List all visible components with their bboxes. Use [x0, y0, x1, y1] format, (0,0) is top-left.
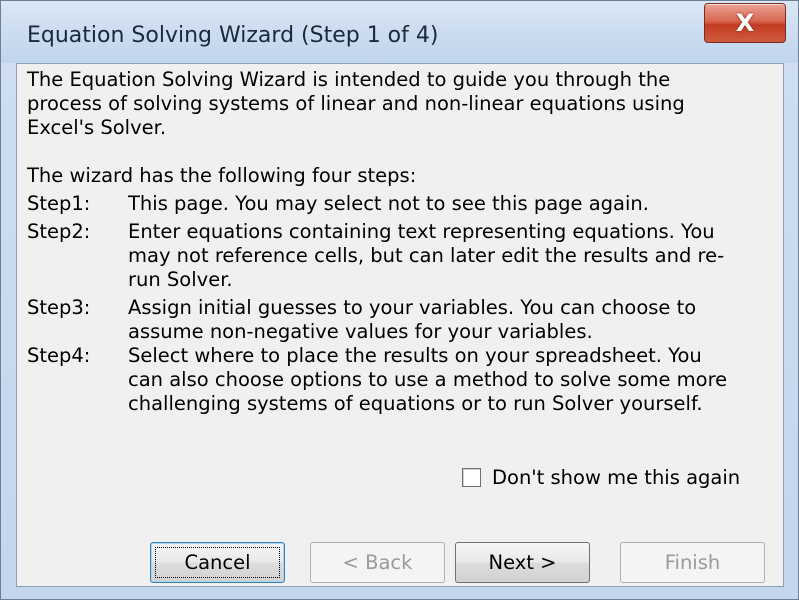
intro-line: The Equation Solving Wizard is intended …: [27, 68, 671, 91]
step-description: Select where to place the results on you…: [128, 344, 763, 416]
intro-line: process of solving systems of linear and…: [27, 92, 685, 115]
finish-button-label: Finish: [664, 551, 721, 574]
cancel-button[interactable]: Cancel: [150, 542, 285, 583]
next-button[interactable]: Next >: [455, 542, 590, 583]
window-title: Equation Solving Wizard (Step 1 of 4): [27, 23, 439, 48]
step-line: run Solver.: [128, 268, 233, 291]
close-button[interactable]: X: [704, 3, 786, 43]
step-line: may not reference cells, but can later e…: [128, 244, 725, 267]
next-button-label: Next >: [488, 551, 557, 574]
title-bar[interactable]: Equation Solving Wizard (Step 1 of 4) X: [1, 1, 798, 63]
focus-ring: [155, 547, 280, 578]
wizard-dialog: Equation Solving Wizard (Step 1 of 4) X …: [0, 0, 799, 600]
dialog-body: The Equation Solving Wizard is intended …: [16, 63, 784, 587]
back-button-label: < Back: [342, 551, 413, 574]
step-label: Step3:: [27, 296, 91, 319]
step-line: challenging systems of equations or to r…: [128, 392, 703, 415]
dont-show-again-checkbox[interactable]: [462, 467, 481, 487]
step-line: Assign initial guesses to your variables…: [128, 296, 697, 319]
step-label: Step1:: [27, 192, 91, 215]
dont-show-again-option[interactable]: Don't show me this again: [462, 465, 740, 489]
close-icon: X: [735, 9, 755, 37]
step-label: Step2:: [27, 220, 91, 243]
step-line: Select where to place the results on you…: [128, 344, 702, 367]
step-description: This page. You may select not to see thi…: [128, 192, 763, 216]
step-line: This page. You may select not to see thi…: [128, 192, 649, 215]
step-line: assume non-negative values for your vari…: [128, 320, 593, 343]
step-label: Step4:: [27, 344, 91, 367]
step-line: can also choose options to use a method …: [128, 368, 728, 391]
step-line: Enter equations containing text represen…: [128, 220, 715, 243]
finish-button[interactable]: Finish: [620, 542, 765, 583]
step-description: Assign initial guesses to your variables…: [128, 296, 763, 344]
step-description: Enter equations containing text represen…: [128, 220, 763, 292]
steps-lead-text: The wizard has the following four steps:: [27, 164, 417, 187]
dont-show-again-label[interactable]: Don't show me this again: [492, 466, 740, 489]
intro-line: Excel's Solver.: [27, 116, 167, 139]
back-button[interactable]: < Back: [310, 542, 445, 583]
intro-text: The Equation Solving Wizard is intended …: [27, 68, 762, 140]
